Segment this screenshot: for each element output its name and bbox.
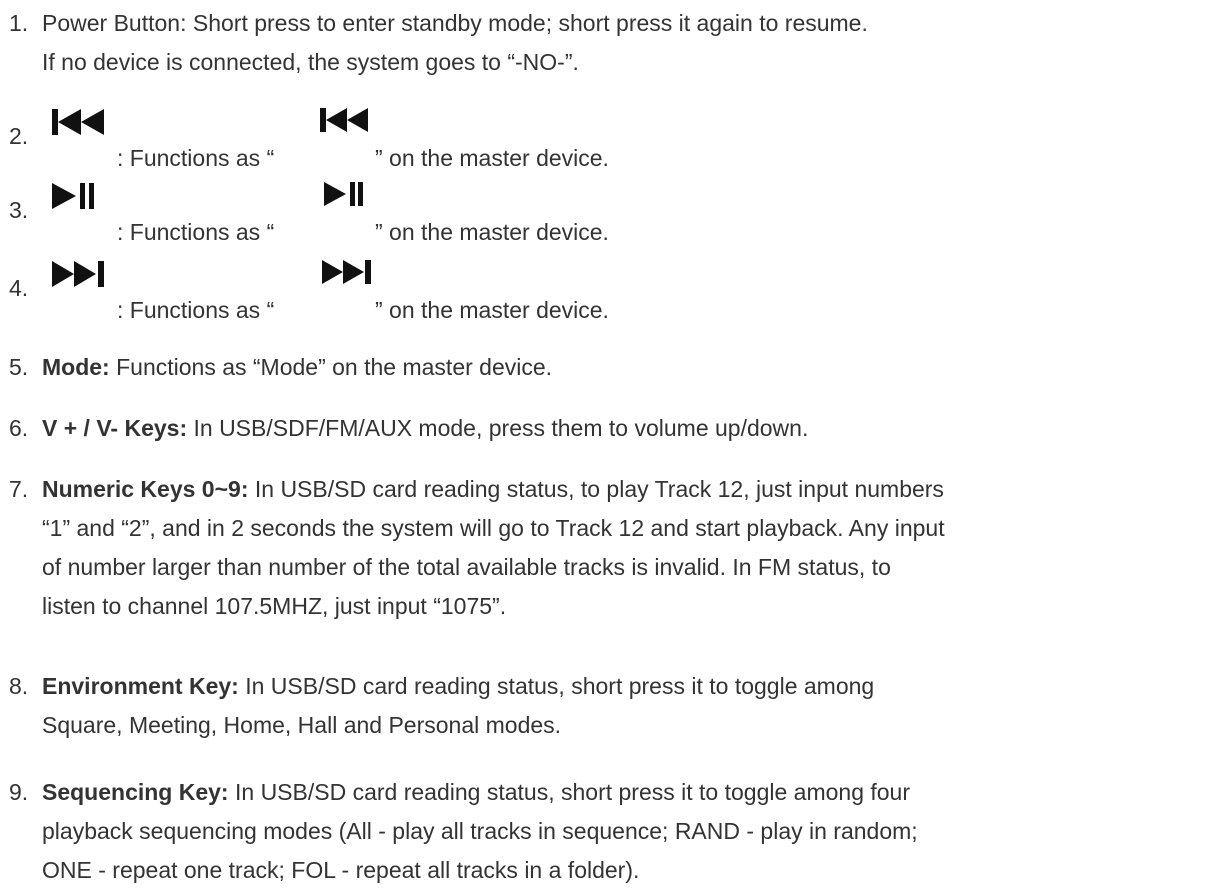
item-line: ONE - repeat one track; FOL - repeat all… [42,857,640,883]
play-pause-icon [52,183,102,209]
item-number: 4. [9,275,29,301]
item-text-suffix: ” on the master device. [375,145,609,171]
skip-previous-icon [52,109,108,135]
item-number: 2. [9,123,29,149]
play-pause-icon [324,182,370,206]
item-number: 9. [9,779,29,805]
item-description: In USB/SD card reading status, short pre… [228,779,911,805]
item-text: Mode: Functions as “Mode” on the master … [42,348,552,387]
item-line: If no device is connected, the system go… [42,49,579,75]
item-text-suffix: ” on the master device. [375,297,609,323]
item-term: Mode: [42,354,110,380]
item-description: In USB/SDF/FM/AUX mode, press them to vo… [187,415,809,441]
item-term: Numeric Keys 0~9: [42,476,249,502]
item-line: listen to channel 107.5MHZ, just input “… [42,593,507,619]
item-line: playback sequencing modes (All - play al… [42,818,918,844]
item-number: 7. [9,476,29,502]
item-description: Functions as “Mode” on the master device… [109,354,553,380]
item-text-prefix: : Functions as “ [117,297,275,323]
skip-next-icon [322,260,374,284]
item-text: Numeric Keys 0~9: In USB/SD card reading… [42,470,945,626]
item-number: 8. [9,673,29,699]
item-number: 5. [9,354,29,380]
item-text-prefix: : Functions as “ [117,145,275,171]
item-line: Square, Meeting, Home, Hall and Personal… [42,712,562,738]
skip-next-icon [52,261,108,287]
item-text: Power Button: Short press to enter stand… [42,4,868,82]
item-text: V + / V- Keys: In USB/SDF/FM/AUX mode, p… [42,409,808,448]
item-line: Power Button: Short press to enter stand… [42,10,868,36]
item-term: V + / V- Keys: [42,415,188,441]
item-description: In USB/SD card reading status, short pre… [238,673,875,699]
item-term: Sequencing Key: [42,779,229,805]
item-text-prefix: : Functions as “ [117,219,275,245]
item-line: of number larger than number of the tota… [42,554,891,580]
item-term: Environment Key: [42,673,239,699]
item-description: In USB/SD card reading status, to play T… [248,476,944,502]
item-line: “1” and “2”, and in 2 seconds the system… [42,515,945,541]
item-text-suffix: ” on the master device. [375,219,609,245]
item-number: 3. [9,197,29,223]
item-text: Sequencing Key: In USB/SD card reading s… [42,773,918,890]
manual-page: 1. Power Button: Short press to enter st… [0,0,1210,893]
item-number: 6. [9,415,29,441]
item-text: Environment Key: In USB/SD card reading … [42,667,874,745]
skip-previous-icon [320,108,372,132]
item-number: 1. [9,10,29,36]
